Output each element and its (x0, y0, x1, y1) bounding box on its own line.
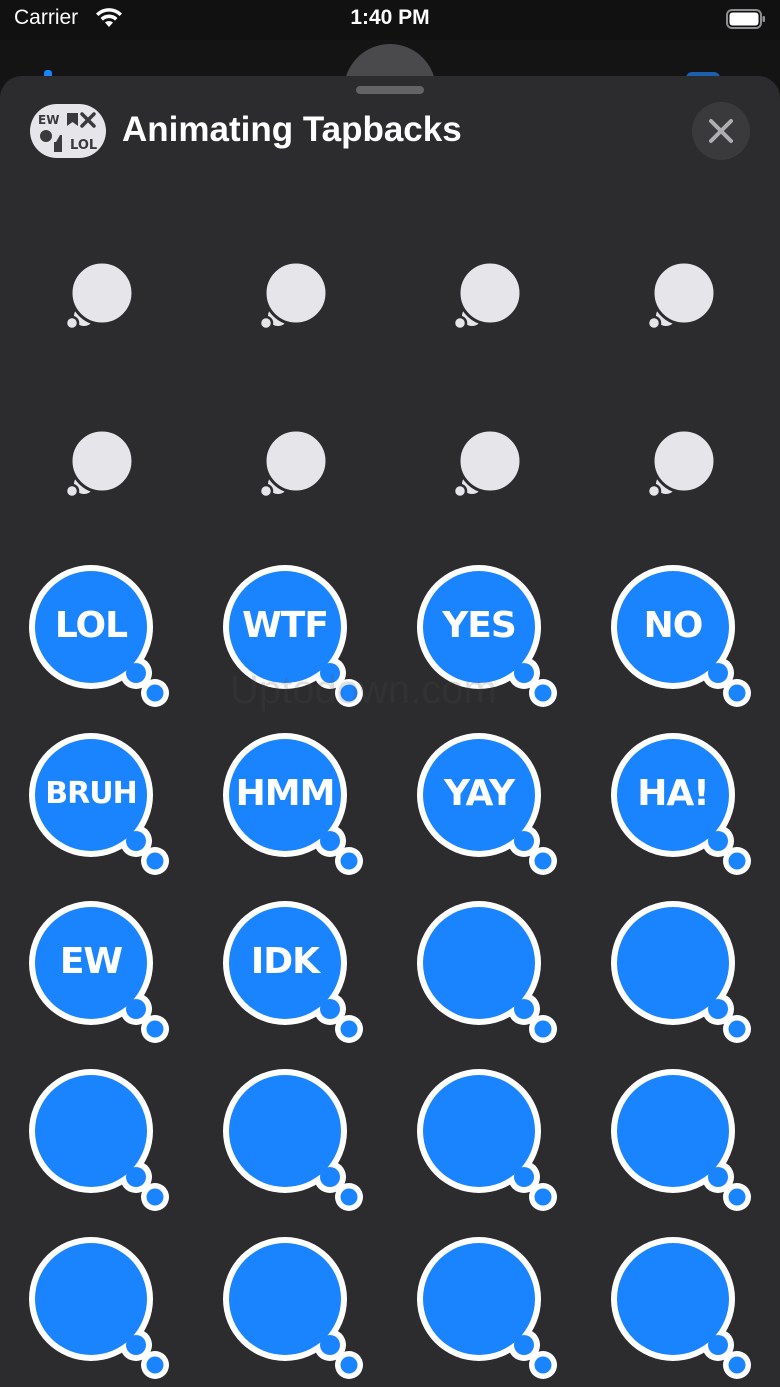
status-bar: Carrier 1:40 PM (0, 0, 780, 40)
sticker-item[interactable]: LOL (0, 547, 194, 715)
sticker-item[interactable] (0, 1219, 194, 1387)
thought-bubble-icon (611, 901, 751, 1043)
sticker-item[interactable]: HMM (194, 715, 388, 883)
thought-bubble-icon (417, 901, 557, 1043)
thought-bubble-icon (611, 1237, 751, 1379)
battery-icon (726, 9, 765, 29)
sticker-item[interactable] (194, 1219, 388, 1387)
thought-bubble-icon (29, 1069, 169, 1211)
sticker-label: EW (59, 940, 123, 982)
thought-bubble-gray-icon (452, 428, 523, 499)
thought-bubble-gray-icon (258, 260, 329, 331)
sticker-label: HA! (637, 772, 709, 814)
sticker-label: YES (442, 604, 517, 646)
thought-bubble-gray-icon (452, 260, 523, 331)
sticker-item[interactable] (582, 1219, 776, 1387)
sticker-item[interactable] (582, 379, 776, 547)
thought-bubble-icon (29, 1237, 169, 1379)
sticker-item[interactable]: WTF (194, 547, 388, 715)
sticker-label: IDK (250, 940, 320, 982)
sticker-label: HMM (235, 772, 336, 814)
sticker-item[interactable] (0, 1051, 194, 1219)
thought-bubble-icon (611, 1069, 751, 1211)
sticker-item[interactable] (582, 211, 776, 379)
sticker-item[interactable] (388, 1051, 582, 1219)
thought-bubble-gray-icon (258, 428, 329, 499)
sticker-item[interactable] (582, 883, 776, 1051)
sticker-item[interactable] (194, 1051, 388, 1219)
sticker-item[interactable] (388, 211, 582, 379)
sticker-sheet: EW LOL Animating Tapbacks LOL WTF YES NO BRU… (0, 76, 780, 1387)
sticker-label: WTF (242, 604, 329, 646)
sticker-item[interactable] (388, 883, 582, 1051)
thought-bubble-gray-icon (64, 428, 135, 499)
sticker-label: YAY (443, 772, 515, 814)
sticker-item[interactable]: YAY (388, 715, 582, 883)
sticker-label: BRUH (45, 776, 137, 812)
sticker-item[interactable] (194, 379, 388, 547)
sticker-item[interactable] (388, 379, 582, 547)
status-time: 1:40 PM (350, 6, 430, 29)
thought-bubble-icon (417, 1237, 557, 1379)
sticker-item[interactable]: BRUH (0, 715, 194, 883)
sticker-item[interactable]: YES (388, 547, 582, 715)
sticker-label: NO (643, 604, 704, 646)
thought-bubble-icon (223, 1069, 363, 1211)
thought-bubble-gray-icon (64, 260, 135, 331)
sticker-item[interactable]: NO (582, 547, 776, 715)
sticker-grid: LOL WTF YES NO BRUH HMM YAY HA! EW IDK Uptodown.co… (0, 76, 780, 1387)
sticker-item[interactable] (0, 211, 194, 379)
sticker-label: LOL (54, 604, 128, 646)
thought-bubble-gray-icon (646, 428, 717, 499)
sticker-item[interactable] (582, 1051, 776, 1219)
sticker-item[interactable] (388, 1219, 582, 1387)
sticker-item[interactable]: IDK (194, 883, 388, 1051)
sticker-item[interactable]: HA! (582, 715, 776, 883)
thought-bubble-gray-icon (646, 260, 717, 331)
sticker-item[interactable] (194, 211, 388, 379)
sticker-item[interactable]: EW (0, 883, 194, 1051)
sticker-item[interactable] (0, 379, 194, 547)
thought-bubble-icon (417, 1069, 557, 1211)
thought-bubble-icon (223, 1237, 363, 1379)
